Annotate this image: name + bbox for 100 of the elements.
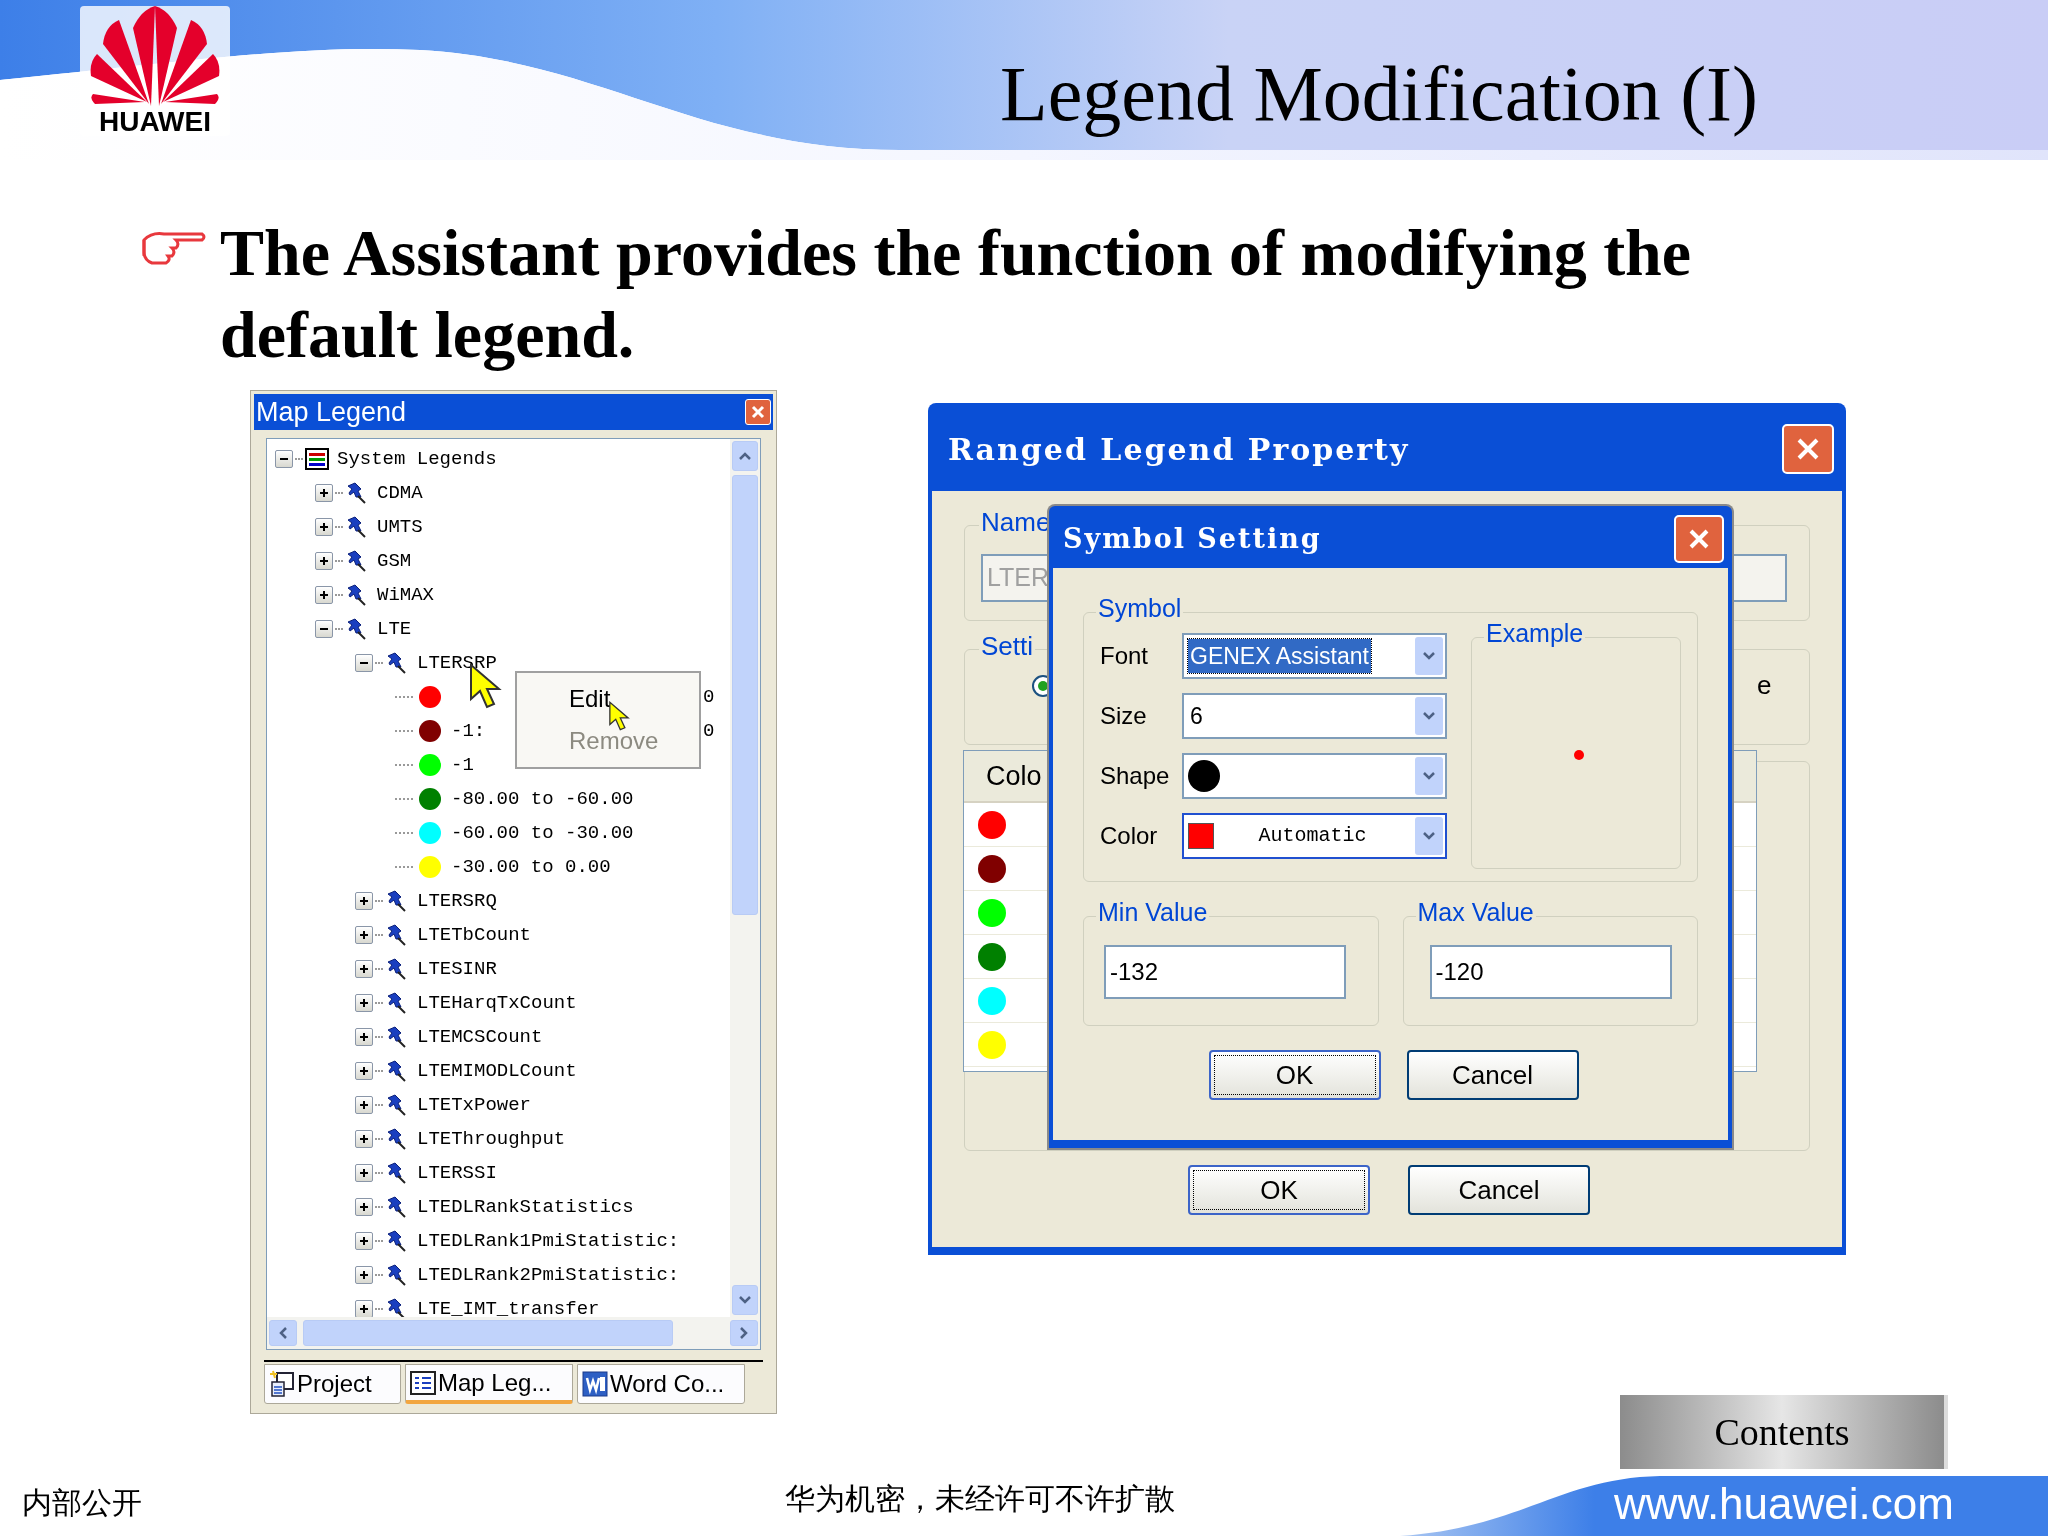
close-button[interactable] bbox=[745, 399, 771, 425]
expand-icon[interactable] bbox=[355, 960, 373, 978]
chevron-up-icon bbox=[738, 451, 752, 461]
range-label: 0 bbox=[703, 718, 715, 744]
group-label: Example bbox=[1484, 621, 1586, 646]
ok-button[interactable]: OK bbox=[1208, 1050, 1381, 1100]
tree-item[interactable]: LTE bbox=[377, 614, 412, 644]
tree-item[interactable]: LTETxPower bbox=[417, 1090, 532, 1120]
tree-item[interactable]: LTEDLRank2PmiStatistic: bbox=[417, 1260, 680, 1290]
min-value-field[interactable]: -132 bbox=[1104, 945, 1346, 999]
tree-item[interactable]: LTETbCount bbox=[417, 920, 532, 950]
document-icon bbox=[582, 1371, 608, 1397]
dialog-title: Symbol Setting bbox=[1063, 521, 1322, 556]
tree-item[interactable]: UMTS bbox=[377, 512, 423, 542]
expand-icon[interactable] bbox=[355, 1198, 373, 1216]
expand-icon[interactable] bbox=[315, 484, 333, 502]
expand-icon[interactable] bbox=[355, 1266, 373, 1284]
combo-box[interactable]: 6 bbox=[1182, 693, 1447, 739]
field-label: Color bbox=[1100, 821, 1159, 851]
field-label: Font bbox=[1100, 641, 1150, 671]
vertical-scrollbar[interactable] bbox=[730, 439, 760, 1317]
logo-text: HUAWEI bbox=[99, 108, 211, 136]
expand-icon[interactable] bbox=[355, 994, 373, 1012]
range-label: -60.00 to -30.00 bbox=[451, 821, 634, 844]
tree-item[interactable]: LTEThroughput bbox=[417, 1124, 566, 1154]
close-icon bbox=[1795, 436, 1821, 462]
chevron-down-icon bbox=[738, 1295, 752, 1305]
scroll-down-button[interactable] bbox=[732, 1285, 758, 1315]
expand-icon[interactable] bbox=[355, 1096, 373, 1114]
classification-label: 内部公开 bbox=[22, 1488, 142, 1518]
field-label: Shape bbox=[1100, 761, 1171, 791]
expand-icon[interactable] bbox=[355, 1232, 373, 1250]
horizontal-scrollbar[interactable] bbox=[267, 1317, 760, 1349]
tree-item[interactable]: LTEDLRankStatistics bbox=[417, 1192, 634, 1222]
contents-button[interactable]: Contents bbox=[1620, 1395, 1948, 1469]
range-label: -30.00 to 0.00 bbox=[451, 855, 611, 878]
option-label: e bbox=[1757, 669, 1772, 702]
scroll-up-button[interactable] bbox=[732, 441, 758, 471]
expand-icon[interactable] bbox=[355, 926, 373, 944]
ok-button[interactable]: OK bbox=[1188, 1165, 1370, 1215]
collapse-icon[interactable] bbox=[275, 450, 293, 468]
tree-item[interactable]: LTESINR bbox=[417, 954, 497, 984]
menu-item[interactable]: Edit bbox=[569, 678, 699, 720]
legend-icon bbox=[410, 1370, 436, 1395]
tree-item[interactable]: LTERSRQ bbox=[417, 886, 497, 916]
project-icon bbox=[269, 1370, 295, 1398]
panel-tab[interactable]: Project bbox=[264, 1364, 401, 1404]
close-button[interactable] bbox=[1782, 424, 1834, 474]
tree-item[interactable]: LTEMIMODLCount bbox=[417, 1056, 577, 1086]
tree-item[interactable]: System Legends bbox=[337, 444, 497, 474]
close-icon bbox=[751, 405, 765, 419]
chevron-left-icon bbox=[278, 1326, 288, 1340]
collapse-icon[interactable] bbox=[315, 620, 333, 638]
collapse-icon[interactable] bbox=[355, 654, 373, 672]
range-label: -1: bbox=[451, 719, 486, 742]
tree-item[interactable]: CDMA bbox=[377, 478, 423, 508]
panel-tab[interactable]: Map Leg... bbox=[405, 1364, 573, 1404]
tree-item[interactable]: LTEDLRank1PmiStatistic: bbox=[417, 1226, 680, 1256]
close-icon bbox=[1687, 527, 1711, 551]
range-label: -1 bbox=[451, 753, 474, 776]
tree-item[interactable]: WiMAX bbox=[377, 580, 434, 610]
expand-icon[interactable] bbox=[355, 1130, 373, 1148]
expand-icon[interactable] bbox=[355, 892, 373, 910]
tree-item[interactable]: GSM bbox=[377, 546, 412, 576]
tree-item[interactable]: LTEHarqTxCount bbox=[417, 988, 577, 1018]
scroll-right-button[interactable] bbox=[730, 1320, 758, 1346]
expand-icon[interactable] bbox=[315, 586, 333, 604]
expand-icon[interactable] bbox=[355, 1164, 373, 1182]
legend-icon bbox=[305, 448, 329, 470]
expand-icon[interactable] bbox=[315, 518, 333, 536]
tree-item[interactable]: LTERSRP bbox=[417, 648, 497, 678]
confidentiality-notice: 华为机密，未经许可不许扩散 bbox=[785, 1484, 1175, 1514]
max-value-field[interactable]: -120 bbox=[1429, 945, 1672, 999]
tree-item[interactable]: LTE_IMT_transfer bbox=[417, 1294, 600, 1317]
cancel-button[interactable]: Cancel bbox=[1406, 1050, 1579, 1100]
close-button[interactable] bbox=[1674, 515, 1724, 563]
chevron-right-icon bbox=[739, 1326, 749, 1340]
range-label: 0 bbox=[703, 684, 715, 710]
expand-icon[interactable] bbox=[355, 1300, 373, 1317]
dialog-title: Ranged Legend Property bbox=[948, 430, 1410, 469]
color-dropdown[interactable]: Automatic bbox=[1182, 813, 1447, 859]
logo-icon bbox=[90, 6, 220, 106]
scroll-left-button[interactable] bbox=[269, 1320, 297, 1346]
expand-icon[interactable] bbox=[355, 1062, 373, 1080]
field-label: Size bbox=[1100, 701, 1148, 731]
expand-icon[interactable] bbox=[315, 552, 333, 570]
combo-box[interactable]: GENEX Assistant bbox=[1182, 633, 1447, 679]
panel-tab[interactable]: Word Co... bbox=[577, 1364, 745, 1404]
scroll-thumb[interactable] bbox=[732, 475, 758, 915]
panel-title: Map Legend bbox=[256, 398, 407, 426]
range-label: -80.00 to -60.00 bbox=[451, 787, 634, 810]
scroll-thumb[interactable] bbox=[303, 1320, 673, 1346]
website-url: www.huawei.com bbox=[1614, 1482, 1954, 1526]
cancel-button[interactable]: Cancel bbox=[1408, 1165, 1590, 1215]
tree-item[interactable]: LTEMCSCount bbox=[417, 1022, 543, 1052]
expand-icon[interactable] bbox=[355, 1028, 373, 1046]
tree-item[interactable]: LTERSSI bbox=[417, 1158, 497, 1188]
group-label: Symbol bbox=[1096, 596, 1184, 621]
bullet-text: The Assistant provides the function of modifying the default legend. bbox=[220, 215, 1693, 373]
shape-dropdown[interactable] bbox=[1182, 753, 1447, 799]
